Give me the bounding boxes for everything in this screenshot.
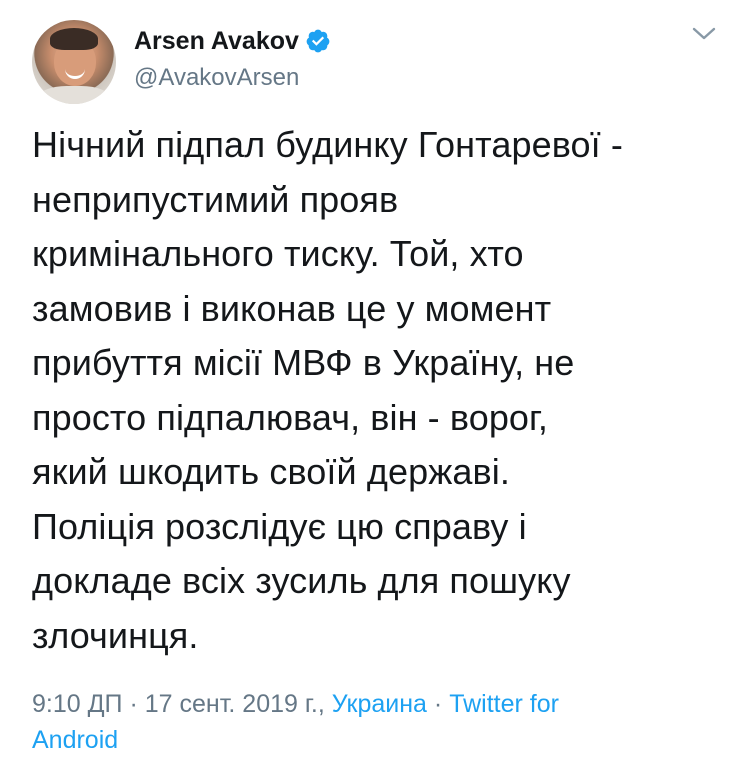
tweet-date[interactable]: 17 сент. 2019 г., [145, 690, 325, 718]
display-name-row: Arsen Avakov [134, 24, 331, 58]
tweet-source-line1: Twitter for [449, 690, 559, 718]
tweet-card: Arsen Avakov @AvakovArsen Нічний підпал … [0, 0, 750, 768]
avatar[interactable] [32, 20, 116, 104]
verified-badge-icon [306, 29, 330, 53]
tweet-text: Нічний підпал будинку Гонтаревої - непри… [32, 124, 623, 656]
tweet-source-line2: Android [32, 726, 119, 754]
handle[interactable]: @AvakovArsen [134, 64, 331, 92]
author-header: Arsen Avakov @AvakovArsen [134, 24, 331, 92]
tweet-location-link[interactable]: Украина [332, 690, 427, 718]
display-name[interactable]: Arsen Avakov [134, 27, 299, 56]
tweet-meta: 9:10 ДП · 17 сент. 2019 г., Украина · Tw… [32, 686, 722, 758]
tweet-time[interactable]: 9:10 ДП [32, 690, 123, 718]
avatar-hair [50, 28, 98, 50]
chevron-down-icon[interactable] [690, 24, 718, 44]
avatar-shirt [38, 86, 110, 104]
meta-separator-2: · [433, 690, 443, 718]
meta-separator: · [129, 690, 138, 718]
